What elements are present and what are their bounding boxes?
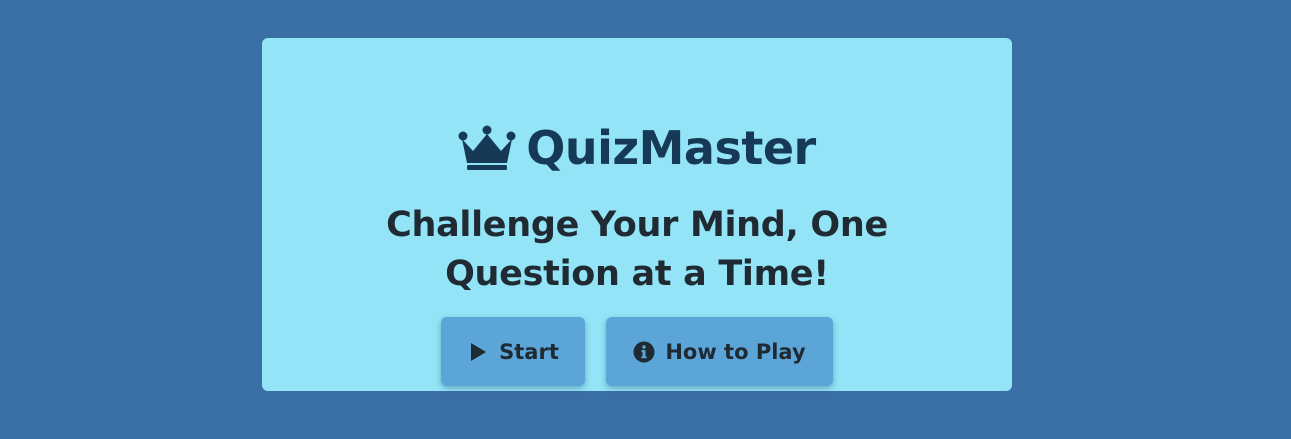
play-icon <box>467 341 489 363</box>
action-buttons: Start How to Play <box>262 317 1012 386</box>
how-to-play-button[interactable]: How to Play <box>606 317 833 386</box>
brand-header: QuizMaster <box>262 118 1012 178</box>
tagline-line-2: Question at a Time! <box>445 254 829 294</box>
crown-icon <box>458 125 516 171</box>
start-button-label: Start <box>499 339 559 364</box>
tagline-line-1: Challenge Your Mind, One <box>386 205 888 245</box>
tagline: Challenge Your Mind, One Question at a T… <box>262 201 1012 299</box>
app-title: QuizMaster <box>526 121 816 175</box>
info-circle-icon <box>633 341 655 363</box>
welcome-card: QuizMaster Challenge Your Mind, One Ques… <box>262 38 1012 391</box>
start-button[interactable]: Start <box>441 317 585 386</box>
how-to-play-button-label: How to Play <box>665 339 806 364</box>
